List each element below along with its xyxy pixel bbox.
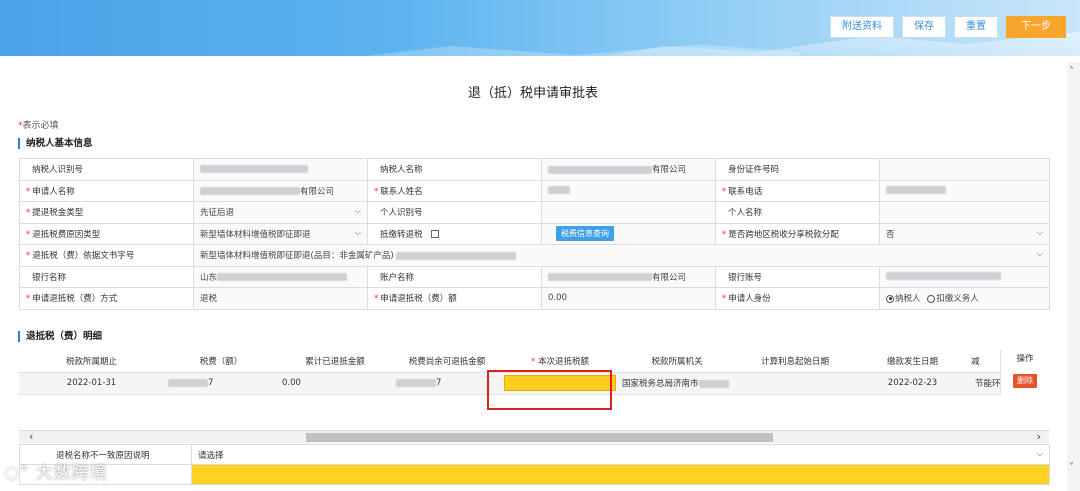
basis-doc-select[interactable]: 新型墙体材料增值税即征即退(品目：非金属矿产品) ⌵	[193, 244, 1050, 267]
watermark: ◌° 大数跨境	[4, 458, 108, 483]
query-cell: 税费信息查询	[541, 222, 716, 245]
chevron-down-icon: ⌵	[1036, 227, 1043, 237]
identity-radio-group: 纳税人 扣缴义务人	[879, 287, 1050, 310]
contact-phone-label: * 联系电话	[715, 179, 880, 202]
withholding-agent-radio[interactable]	[927, 294, 936, 303]
required-note: *表示必填	[18, 118, 59, 131]
taxpayer-id-label: 纳税人识别号	[19, 158, 194, 181]
applicant-name-value[interactable]: 有限公司	[193, 179, 368, 202]
required-note-text: 表示必填	[22, 121, 59, 131]
col-header-tax-amount: 税费（额）	[164, 350, 278, 373]
account-name-label: 账户名称	[367, 265, 542, 288]
col-header-refunded-total: 累计已退抵金额	[278, 350, 392, 373]
cell-tax-authority: 国家税务总局济南市	[618, 372, 736, 395]
withholding-agent-radio-label: 扣缴义务人	[936, 294, 979, 305]
horizontal-scrollbar[interactable]: ‹ ›	[19, 430, 1049, 443]
taxpayer-info-table: 纳税人识别号 纳税人名称 有限公司 身份证件号码 * 申请人名称 有限公司 * 联系…	[19, 158, 1050, 310]
taxpayer-id-value	[193, 158, 368, 181]
col-header-tax-authority: 税款所属机关	[618, 350, 736, 373]
col-header-period-end: 税款所属期止	[19, 350, 164, 373]
personal-id-label: 个人识别号	[367, 201, 542, 224]
watermark-logo-icon: ◌°	[4, 463, 36, 483]
basis-doc-label: * 退抵税（费）依据文书字号	[19, 244, 194, 267]
operation-column: 操作 删除	[1000, 350, 1049, 395]
method-label: * 申请退抵税（费）方式	[19, 287, 194, 310]
vertical-scrollbar[interactable]: ˄ ˅	[1067, 62, 1080, 491]
chevron-down-icon: ⌵	[1036, 448, 1043, 458]
toolbar: 附送资料 保存 重置 下一步	[830, 16, 1066, 38]
scroll-down-icon[interactable]: ˅	[1069, 462, 1074, 473]
save-button[interactable]: 保存	[902, 16, 946, 38]
cell-remaining: 7	[392, 372, 502, 395]
offset-checkbox[interactable]	[430, 230, 439, 239]
bank-account-label: 银行账号	[715, 265, 880, 288]
offset-label: 抵缴转退税	[367, 222, 542, 245]
col-header-payment-date: 缴款发生日期	[854, 350, 971, 373]
scroll-right-icon[interactable]: ›	[1037, 430, 1041, 443]
scrollbar-thumb[interactable]	[306, 433, 773, 442]
scroll-up-icon[interactable]: ˄	[1069, 66, 1074, 77]
amount-value: 0.00	[541, 287, 716, 310]
attach-materials-button[interactable]: 附送资料	[830, 16, 894, 38]
reset-button[interactable]: 重置	[954, 16, 998, 38]
section-title-detail: 退抵税（费）明细	[18, 331, 102, 342]
reason-table: 退税名称不一致原因说明 请选择 ⌵	[19, 444, 1050, 485]
cross-region-select[interactable]: 否 ⌵	[879, 222, 1050, 245]
cell-refunded-total: 0.00	[278, 372, 392, 395]
reason-type-select[interactable]: 新型墙体材料增值税即征即退 ⌵	[193, 222, 368, 245]
id-doc-no-value[interactable]	[879, 158, 1050, 181]
page-title: 退（抵）税申请审批表	[467, 86, 598, 101]
tax-info-query-button[interactable]: 税费信息查询	[556, 226, 614, 242]
cross-region-label: * 是否跨地区税收分享税款分配	[715, 222, 880, 245]
chevron-down-icon: ⌵	[354, 206, 361, 216]
next-step-button[interactable]: 下一步	[1006, 16, 1066, 38]
cell-period-end: 2022-01-31	[19, 372, 164, 395]
chevron-down-icon: ⌵	[354, 227, 361, 237]
identity-label: * 申请人身份	[715, 287, 880, 310]
col-header-remaining: 税费尚余可退抵金额	[392, 350, 502, 373]
scroll-left-icon[interactable]: ‹	[29, 430, 33, 443]
section-title-taxpayer-info: 纳税人基本信息	[18, 138, 93, 149]
taxpayer-name-value: 有限公司	[541, 158, 716, 181]
cell-payment-date: 2022-02-23	[854, 372, 971, 395]
col-header-current-refund: * 本次退抵税额	[502, 350, 618, 373]
contact-name-value[interactable]	[541, 179, 716, 202]
refund-type-select[interactable]: 先征后退 ⌵	[193, 201, 368, 224]
personal-name-label: 个人名称	[715, 201, 880, 224]
account-name-value: 有限公司	[541, 265, 716, 288]
taxpayer-radio-label: 纳税人	[895, 294, 921, 305]
amount-label: * 申请退抵税（费）额	[367, 287, 542, 310]
highlight-box	[487, 370, 612, 410]
chevron-down-icon: ⌵	[1036, 249, 1043, 259]
taxpayer-name-label: 纳税人名称	[367, 158, 542, 181]
contact-name-label: * 联系人姓名	[367, 179, 542, 202]
reason-type-label: * 退抵税费原因类型	[19, 222, 194, 245]
refund-type-label: * 提退税金类型	[19, 201, 194, 224]
bank-name-label: 银行名称	[19, 265, 194, 288]
col-header-operation: 操作	[1016, 354, 1034, 364]
personal-name-value[interactable]	[879, 201, 1050, 224]
id-doc-no-label: 身份证件号码	[715, 158, 880, 181]
method-value[interactable]: 退税	[193, 287, 368, 310]
col-header-interest-start: 计算利息起始日期	[736, 350, 854, 373]
cell-tax-amount: 7	[164, 372, 278, 395]
personal-id-value[interactable]	[541, 201, 716, 224]
bank-account-value	[879, 265, 1050, 288]
bank-name-value: 山东	[193, 265, 368, 288]
mismatch-reason-select[interactable]: 请选择 ⌵	[191, 444, 1050, 465]
reason-input[interactable]	[191, 464, 1050, 485]
watermark-text: 大数跨境	[35, 463, 108, 483]
header-banner: 附送资料 保存 重置 下一步	[0, 0, 1080, 56]
delete-button[interactable]: 删除	[1013, 374, 1037, 388]
cell-interest-start	[736, 372, 854, 395]
taxpayer-radio[interactable]	[886, 294, 894, 303]
contact-phone-value[interactable]	[879, 179, 1050, 202]
applicant-name-label: * 申请人名称	[19, 179, 194, 202]
